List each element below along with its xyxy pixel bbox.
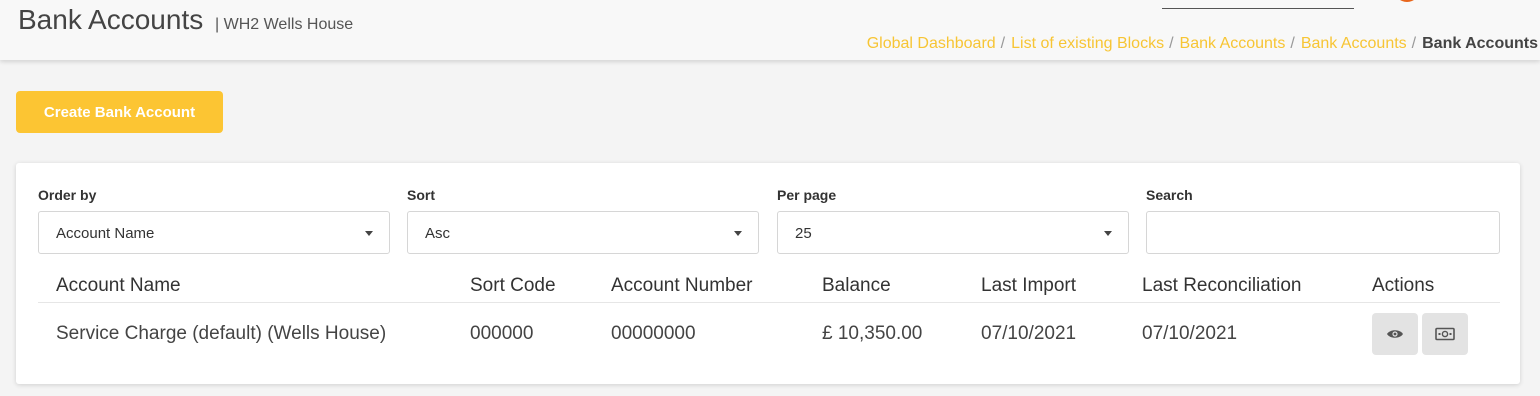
cell-balance: £ 10,350.00 (822, 323, 923, 344)
breadcrumb-bank-accounts-2[interactable]: Bank Accounts (1301, 35, 1407, 52)
caret-down-icon (734, 231, 742, 236)
sort-label: Sort (407, 187, 435, 203)
page-subtitle: | WH2 Wells House (215, 16, 354, 33)
column-header-last-reconciliation[interactable]: Last Reconciliation (1142, 275, 1301, 297)
cell-sort-code: 000000 (470, 323, 534, 344)
breadcrumb-separator: / (1000, 35, 1006, 52)
order-by-select[interactable]: Account Name (38, 211, 390, 254)
column-header-actions: Actions (1372, 275, 1435, 296)
caret-down-icon (365, 231, 373, 236)
search-label: Search (1146, 187, 1193, 203)
per-page-select[interactable]: 25 (777, 211, 1129, 254)
breadcrumb-separator: / (1169, 35, 1174, 52)
per-page-label: Per page (777, 187, 837, 203)
eye-icon (1387, 330, 1403, 338)
column-header-account-name[interactable]: Account Name (56, 275, 181, 297)
breadcrumb-global-dashboard[interactable]: Global Dashboard (867, 35, 996, 52)
breadcrumb-bank-accounts-1[interactable]: Bank Accounts (1180, 35, 1286, 52)
sort-value: Asc (425, 225, 451, 242)
money-icon (1435, 327, 1455, 341)
per-page-value: 25 (795, 225, 812, 242)
column-header-last-import[interactable]: Last Import (981, 275, 1076, 297)
breadcrumb: Global Dashboard / List of existing Blocks… (867, 35, 1538, 53)
bank-accounts-panel: Order by Account Name Sort Asc Per page … (16, 163, 1520, 384)
reconcile-button[interactable] (1422, 313, 1468, 355)
cell-last-reconciliation: 07/10/2021 (1142, 323, 1238, 344)
sort-select[interactable]: Asc (407, 211, 759, 254)
cell-account-name: Service Charge (default) (Wells House) (56, 323, 387, 344)
page-header: Bank Accounts | WH2 Wells House Global D… (0, 0, 1540, 60)
breadcrumb-blocks[interactable]: List of existing Blocks (1011, 35, 1164, 52)
column-header-sort-code[interactable]: Sort Code (470, 275, 556, 297)
order-by-value: Account Name (56, 225, 155, 242)
breadcrumb-separator: / (1411, 35, 1417, 52)
search-input[interactable] (1146, 211, 1500, 254)
header-divider (1162, 8, 1354, 9)
view-button[interactable] (1372, 313, 1418, 355)
user-avatar[interactable] (1394, 0, 1420, 2)
page-title: Bank Accounts | WH2 Wells House (18, 4, 353, 36)
column-header-account-number[interactable]: Account Number (611, 275, 753, 297)
create-bank-account-button[interactable]: Create Bank Account (16, 91, 223, 133)
column-header-balance[interactable]: Balance (822, 275, 891, 297)
order-by-label: Order by (38, 187, 97, 203)
page-title-text: Bank Accounts (18, 4, 204, 35)
breadcrumb-separator: / (1290, 35, 1295, 52)
breadcrumb-current: Bank Accounts (1422, 35, 1538, 52)
table-header-divider (38, 302, 1500, 303)
caret-down-icon (1104, 231, 1112, 236)
cell-account-number: 00000000 (611, 323, 696, 344)
cell-last-import: 07/10/2021 (981, 323, 1077, 344)
